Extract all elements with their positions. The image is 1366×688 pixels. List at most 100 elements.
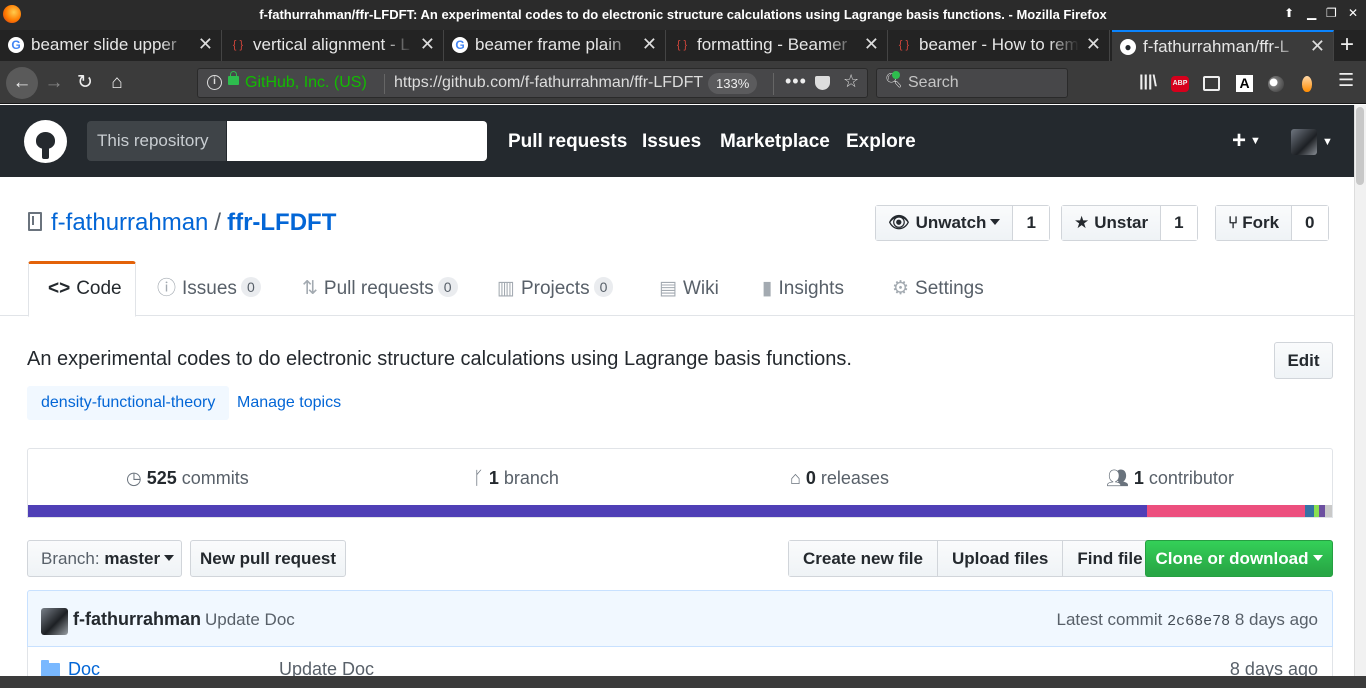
pocket-icon[interactable] [815, 76, 830, 90]
language-bar[interactable] [28, 505, 1332, 517]
branches-count[interactable]: ᚴ1 branch [473, 468, 559, 489]
nav-pull-requests[interactable]: Pull requests [508, 131, 627, 153]
home-button[interactable]: ⌂ [103, 69, 131, 97]
hamburger-menu-icon[interactable]: ☰ [1338, 70, 1354, 90]
releases-count[interactable]: ⌂ 0 releases [790, 468, 889, 489]
manage-topics-link[interactable]: Manage topics [237, 394, 341, 412]
close-tab-icon[interactable]: ✕ [642, 34, 657, 55]
commits-number: 525 [146, 468, 177, 488]
avatar[interactable] [41, 608, 68, 635]
pull-request-icon: ⇅ [302, 278, 318, 299]
repo-owner-link[interactable]: f-fathurrahman [51, 209, 208, 236]
commits-label: commits [181, 468, 249, 488]
page-actions-icon[interactable]: ••• [785, 71, 807, 92]
language-bar-segment[interactable] [28, 505, 1147, 517]
extension-flame-icon[interactable] [1302, 76, 1312, 92]
library-icon[interactable]: |||\ [1139, 73, 1157, 93]
create-new-file-button[interactable]: Create new file [789, 541, 938, 576]
new-pull-request-button[interactable]: New pull request [190, 540, 346, 577]
branch-select-button[interactable]: Branch: master [27, 540, 182, 577]
back-button[interactable]: ← [6, 67, 38, 99]
unwatch-button[interactable]: 👁︎ Unwatch [876, 206, 1014, 240]
commits-count[interactable]: ◷ 525 commits [126, 468, 249, 489]
fork-icon: ⑂ [1228, 213, 1239, 232]
close-tab-icon[interactable]: ✕ [1310, 36, 1325, 57]
window-minimize-icon[interactable]: ▁ [1307, 6, 1316, 20]
reload-button[interactable]: ↻ [71, 69, 99, 97]
browser-tab-3[interactable]: G beamer frame plain ✕ [444, 30, 666, 61]
upload-files-button[interactable]: Upload files [938, 541, 1064, 576]
language-bar-segment[interactable] [1146, 505, 1305, 517]
window-close-icon[interactable]: ✕ [1348, 6, 1358, 20]
browser-tab-1[interactable]: G beamer slide upper ✕ [0, 30, 222, 61]
star-count[interactable]: 1 [1161, 206, 1197, 240]
browser-tab-active[interactable]: ● f-fathurrahman/ffr-L ✕ [1112, 30, 1334, 61]
stackexchange-icon: { } [676, 39, 688, 51]
unstar-button[interactable]: ★ Unstar [1062, 206, 1162, 240]
fork-button[interactable]: ⑂ Fork [1216, 206, 1293, 240]
chevron-down-icon[interactable]: ▼ [1322, 136, 1333, 148]
tab-settings[interactable]: ⚙ Settings [892, 261, 984, 316]
bookmark-star-icon[interactable]: ☆ [843, 71, 859, 92]
branch-name: master [104, 549, 161, 568]
commit-message-link[interactable]: Update Doc [205, 610, 295, 630]
font-extension-icon[interactable]: A [1236, 75, 1253, 92]
tab-code[interactable]: <> Code [28, 261, 136, 317]
topic-tag[interactable]: density-functional-theory [27, 386, 230, 420]
stackexchange-icon: { } [232, 39, 244, 51]
commit-author-link[interactable]: f-fathurrahman [73, 609, 201, 630]
branches-label: branch [503, 468, 559, 488]
create-new-menu[interactable]: + ▼ [1232, 127, 1261, 155]
clone-or-download-button[interactable]: Clone or download [1145, 540, 1333, 577]
repo-name-link[interactable]: ffr-LFDFT [227, 209, 336, 236]
github-logo-icon[interactable] [24, 120, 67, 163]
repo-search-input[interactable] [227, 121, 487, 161]
scrollbar-thumb[interactable] [1356, 107, 1364, 185]
new-tab-button[interactable]: + [1340, 31, 1354, 59]
watch-count[interactable]: 1 [1013, 206, 1049, 240]
repo-path-separator: / [214, 209, 222, 236]
contributors-count[interactable]: 👥︎ 1 contributor [1106, 468, 1234, 489]
bottom-edge [0, 676, 1366, 688]
window-keep-above-icon[interactable]: ⬆ [1284, 6, 1294, 20]
fork-count[interactable]: 0 [1292, 206, 1328, 240]
extension-icon[interactable] [1268, 76, 1284, 92]
find-file-button[interactable]: Find file [1063, 541, 1157, 576]
page-scrollbar[interactable] [1354, 105, 1366, 688]
tab-pull-requests[interactable]: ⇅ Pull requests 0 [302, 261, 458, 316]
url-text[interactable]: https://github.com/f-fathurrahman/ffr-LF… [394, 74, 706, 92]
edit-description-button[interactable]: Edit [1274, 342, 1333, 379]
nav-explore[interactable]: Explore [846, 131, 916, 153]
browser-tab-4[interactable]: { } formatting - Beamer ✕ [666, 30, 888, 61]
nav-marketplace[interactable]: Marketplace [720, 131, 830, 153]
commit-sha-link[interactable]: 2c68e78 [1167, 613, 1230, 630]
browser-tab-2[interactable]: { } vertical alignment - L ✕ [222, 30, 444, 61]
language-bar-segment[interactable] [1325, 505, 1332, 517]
close-tab-icon[interactable]: ✕ [1086, 34, 1101, 55]
search-bar[interactable]: 🔍︎ Search [876, 68, 1068, 98]
window-maximize-icon[interactable]: ❐ [1326, 6, 1337, 20]
url-bar[interactable]: i GitHub, Inc. (US) https://github.com/f… [197, 68, 868, 98]
tab-wiki[interactable]: ▤ Wiki [659, 261, 719, 316]
tab-insights[interactable]: ▮ Insights [762, 261, 844, 316]
close-tab-icon[interactable]: ✕ [420, 34, 435, 55]
forward-button[interactable]: → [40, 69, 68, 97]
site-info-icon[interactable]: i [207, 75, 222, 90]
adblock-icon[interactable]: ABP [1171, 76, 1189, 92]
close-tab-icon[interactable]: ✕ [198, 34, 213, 55]
tab-label: Issues [182, 278, 237, 299]
close-tab-icon[interactable]: ✕ [864, 34, 879, 55]
zoom-indicator[interactable]: 133% [708, 73, 758, 94]
star-button-group: ★ Unstar 1 [1061, 205, 1198, 241]
github-header: This repository Pull requests Issues Mar… [0, 105, 1354, 177]
tab-label: Settings [915, 278, 984, 299]
language-bar-segment[interactable] [1304, 505, 1314, 517]
nav-issues[interactable]: Issues [642, 131, 701, 153]
browser-tab-5[interactable]: { } beamer - How to rem ✕ [888, 30, 1110, 61]
user-avatar[interactable] [1291, 129, 1317, 155]
tab-projects[interactable]: ▥ Projects 0 [497, 261, 614, 316]
repo-tabs: <> Code ⓘ Issues 0 ⇅ Pull requests 0 ▥ Project… [0, 261, 1354, 317]
sidebar-icon[interactable] [1203, 76, 1220, 91]
history-icon: ◷ [126, 468, 142, 488]
tab-issues[interactable]: ⓘ Issues 0 [157, 261, 261, 316]
